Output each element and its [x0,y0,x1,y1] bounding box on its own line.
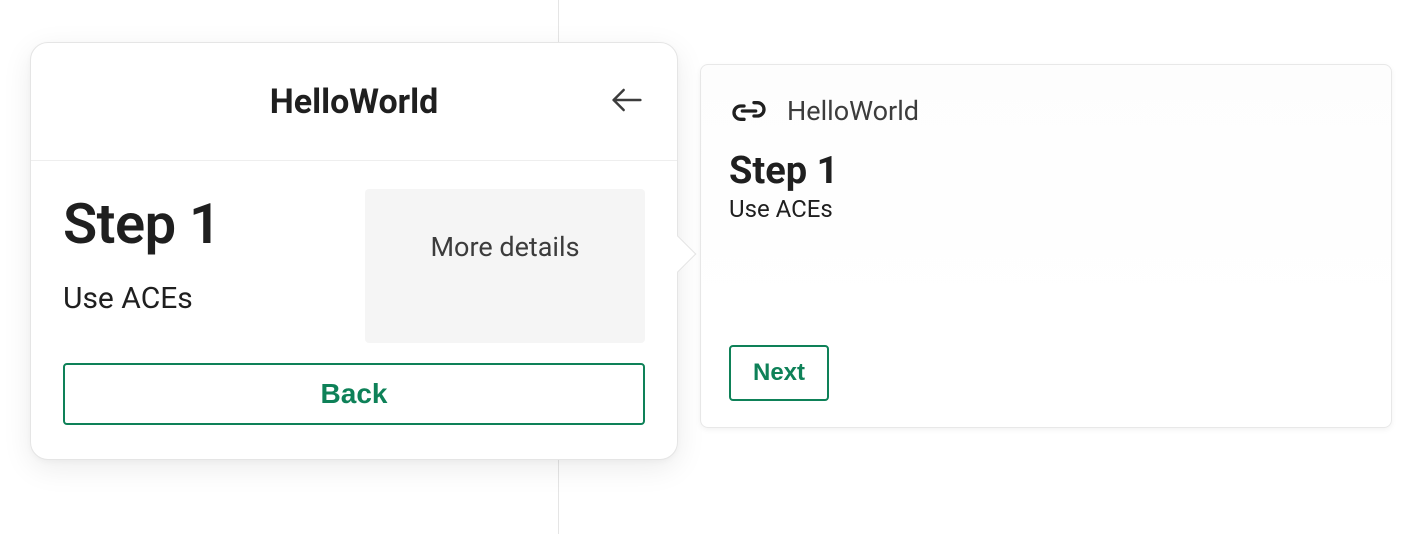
more-details-panel[interactable]: More details [365,189,645,343]
more-details-label: More details [430,231,579,263]
popover-panel: HelloWorld Step 1 Use ACEs More details … [30,42,678,460]
arrow-left-icon [607,80,647,123]
app-icon [729,91,769,131]
action-card-step-subtitle: Use ACEs [729,195,1363,223]
action-card-app-name: HelloWorld [787,95,919,127]
action-card-step-title: Step 1 [729,149,1363,193]
popover-header: HelloWorld [31,43,677,161]
popover-body: Step 1 Use ACEs More details Back [31,161,677,459]
popover-title: HelloWorld [270,82,439,122]
back-button[interactable]: Back [63,363,645,425]
popover-step-text: Step 1 Use ACEs [63,191,221,316]
action-card-header: HelloWorld [729,91,1363,131]
next-button[interactable]: Next [729,345,829,401]
popover-step-row: Step 1 Use ACEs More details [63,191,645,343]
popover-step-subtitle: Use ACEs [63,281,221,316]
action-card: HelloWorld Step 1 Use ACEs Next [700,64,1392,428]
popover-step-title: Step 1 [63,191,221,257]
back-arrow-button[interactable] [605,80,649,124]
